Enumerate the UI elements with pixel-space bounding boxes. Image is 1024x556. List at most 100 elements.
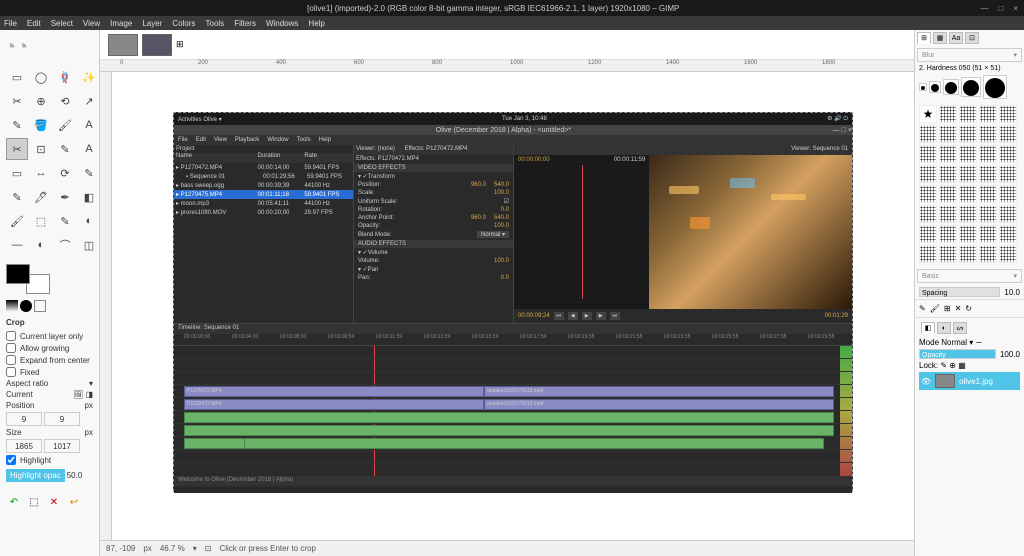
layer-thumbnail[interactable] <box>935 374 955 388</box>
tool-button[interactable]: ◐ <box>78 210 100 232</box>
layer-row[interactable]: 👁 olive1.jpg <box>919 372 1020 390</box>
grid-icon[interactable]: ⊞ <box>176 39 184 50</box>
brush-preset[interactable] <box>999 205 1017 223</box>
tool-button[interactable]: ⊕ <box>30 90 52 112</box>
tool-button[interactable]: ▭ <box>6 162 28 184</box>
brushes-tab[interactable]: ⊞ <box>917 32 931 44</box>
size-w-input[interactable]: 1865 <box>6 439 42 453</box>
tool-button[interactable]: A <box>78 114 100 136</box>
brush-preset[interactable] <box>919 165 937 183</box>
layer-opacity-slider[interactable]: Opacity <box>919 349 996 359</box>
save-icon[interactable]: ⬚ <box>26 494 42 510</box>
brush-preset[interactable] <box>979 205 997 223</box>
unit-selector[interactable]: px <box>143 544 151 553</box>
tool-button[interactable]: ✎ <box>54 210 76 232</box>
refresh-brush-icon[interactable]: ↻ <box>965 304 972 313</box>
patterns-tab[interactable]: ▦ <box>933 32 947 44</box>
gradient-icon[interactable] <box>6 300 18 312</box>
brush-size-preset[interactable] <box>943 79 959 95</box>
menu-layer[interactable]: Layer <box>142 19 162 28</box>
tool-button[interactable]: ↔ <box>30 162 52 184</box>
lock-pixels-icon[interactable]: ✎ <box>940 361 947 370</box>
pos-y-input[interactable]: 9 <box>44 412 80 426</box>
brush-preset[interactable] <box>939 225 957 243</box>
brush-preset[interactable] <box>919 245 937 263</box>
brush-preset[interactable] <box>999 185 1017 203</box>
pattern-icon[interactable] <box>34 300 46 312</box>
zoom-level[interactable]: 46.7 % <box>160 544 185 553</box>
brush-preset[interactable] <box>999 105 1017 123</box>
tool-button[interactable]: ✂ <box>6 90 28 112</box>
tool-button[interactable]: 🪢 <box>54 66 76 88</box>
brush-preset[interactable] <box>979 245 997 263</box>
brush-preset[interactable] <box>919 225 937 243</box>
brush-preset[interactable] <box>919 105 937 123</box>
brush-preset[interactable] <box>939 205 957 223</box>
size-h-input[interactable]: 1017 <box>44 439 80 453</box>
option-checkbox[interactable] <box>6 343 16 353</box>
brush-preset[interactable] <box>999 245 1017 263</box>
channels-tab[interactable]: ◐ <box>937 322 951 334</box>
fg-color-swatch[interactable] <box>6 264 30 284</box>
layers-tab[interactable]: ◧ <box>921 322 935 334</box>
tool-button[interactable]: ◧ <box>78 186 100 208</box>
brush-preset[interactable] <box>979 185 997 203</box>
restore-icon[interactable]: ↩ <box>66 494 82 510</box>
new-brush-icon[interactable]: 🖌 <box>930 304 940 313</box>
tool-button[interactable]: ◐ <box>30 234 52 256</box>
tool-button[interactable]: ✎ <box>78 162 100 184</box>
tool-button[interactable]: ✎ <box>6 186 28 208</box>
highlight-opacity-value[interactable]: 50.0 <box>67 471 83 480</box>
menu-image[interactable]: Image <box>110 19 132 28</box>
brush-preset[interactable] <box>919 145 937 163</box>
brush-preset[interactable] <box>979 105 997 123</box>
close-button[interactable]: × <box>1013 4 1018 13</box>
layer-name[interactable]: olive1.jpg <box>959 377 993 386</box>
menu-edit[interactable]: Edit <box>27 19 41 28</box>
fonts-tab[interactable]: Aa <box>949 32 963 44</box>
brush-preset[interactable] <box>959 165 977 183</box>
brush-preset[interactable] <box>959 205 977 223</box>
brush-preset[interactable] <box>959 125 977 143</box>
brush-size-preset[interactable] <box>983 75 1007 99</box>
brush-preset[interactable] <box>979 125 997 143</box>
tool-button[interactable]: ⟳ <box>54 162 76 184</box>
image-thumbnail[interactable] <box>142 34 172 56</box>
tool-button[interactable]: ✎ <box>6 114 28 136</box>
brush-preset[interactable] <box>959 225 977 243</box>
brush-filter-dropdown[interactable]: Blur ▾ <box>917 48 1022 62</box>
menu-windows[interactable]: Windows <box>266 19 298 28</box>
tool-button[interactable]: 🖌 <box>54 114 76 136</box>
tool-button[interactable]: ⬚ <box>30 210 52 232</box>
brush-preset[interactable] <box>919 185 937 203</box>
brush-preset[interactable] <box>939 245 957 263</box>
size-unit[interactable]: px <box>85 428 93 437</box>
spacing-slider[interactable]: Spacing <box>919 287 1000 297</box>
tool-button[interactable]: ⟲ <box>54 90 76 112</box>
brush-preset[interactable] <box>959 145 977 163</box>
history-tab[interactable]: ⊡ <box>965 32 979 44</box>
option-checkbox[interactable] <box>6 355 16 365</box>
tool-button[interactable]: ✒ <box>54 186 76 208</box>
tool-button[interactable]: — <box>6 234 28 256</box>
option-checkbox[interactable] <box>6 367 16 377</box>
canvas[interactable]: Activities Olive ▾ Tue Jan 3, 10:48 ⚙ 🔊 … <box>112 72 914 540</box>
delete-brush-icon[interactable]: ✕ <box>955 304 962 313</box>
menu-help[interactable]: Help <box>308 19 324 28</box>
brush-preset[interactable] <box>999 145 1017 163</box>
brush-preset[interactable] <box>979 165 997 183</box>
brush-preset[interactable] <box>919 125 937 143</box>
tool-button[interactable]: ✎ <box>54 138 76 160</box>
color-swatches[interactable] <box>6 264 50 294</box>
menu-colors[interactable]: Colors <box>172 19 195 28</box>
brush-preset[interactable] <box>979 145 997 163</box>
brush-preset[interactable] <box>939 105 957 123</box>
tool-button[interactable]: ⌒ <box>54 234 76 256</box>
edit-brush-icon[interactable]: ✎ <box>919 304 926 313</box>
brush-preset[interactable] <box>999 225 1017 243</box>
brush-size-preset[interactable] <box>961 77 981 97</box>
brush-preset[interactable] <box>979 225 997 243</box>
menu-filters[interactable]: Filters <box>234 19 256 28</box>
brush-preset[interactable] <box>959 105 977 123</box>
brush-preset[interactable] <box>939 185 957 203</box>
